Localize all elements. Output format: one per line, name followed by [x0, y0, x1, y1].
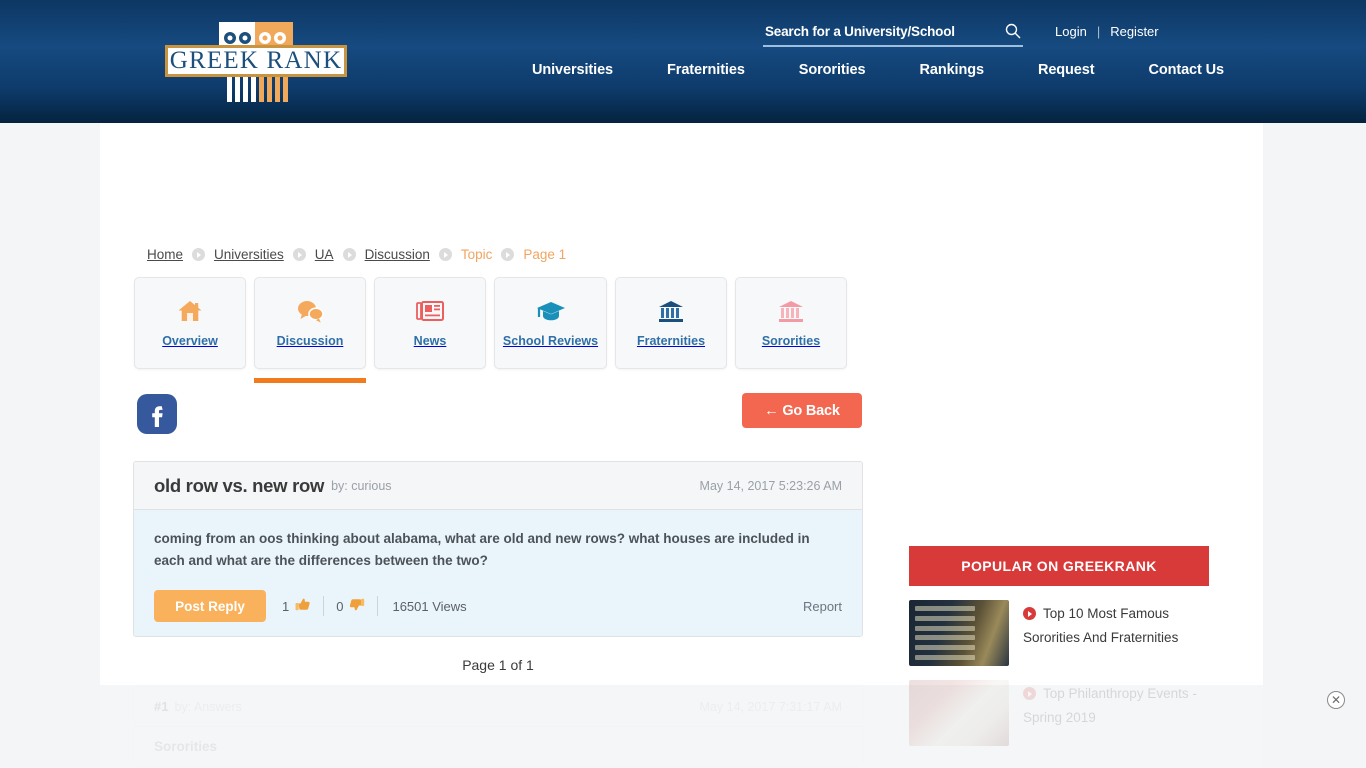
nav-item-rankings[interactable]: Rankings — [892, 62, 1010, 78]
tab-sororities-label: Sororities — [761, 334, 821, 348]
facebook-icon — [137, 394, 177, 434]
popular-thumbnail — [909, 680, 1009, 746]
thumbs-down-icon[interactable] — [348, 596, 365, 616]
tab-school-reviews-label: School Reviews — [502, 334, 599, 348]
search-icon[interactable] — [1005, 23, 1021, 39]
tab-school-reviews[interactable]: School Reviews — [494, 277, 607, 369]
view-count: 16501 Views — [392, 598, 467, 614]
site-header: GREEK RANK Login | Register Universities… — [0, 0, 1366, 123]
ad-close-button[interactable]: ✕ — [1327, 691, 1345, 709]
pagination-label: Page 1 of 1 — [462, 657, 534, 673]
topic-post: old row vs. new row by: curious May 14, … — [133, 461, 863, 637]
login-link[interactable]: Login — [1055, 24, 1087, 39]
report-link[interactable]: Report — [803, 599, 842, 614]
home-icon — [177, 298, 203, 324]
main-navigation: Universities Fraternities Sororities Ran… — [505, 62, 1251, 78]
popular-heading: POPULAR ON GREEKRANK — [909, 546, 1209, 586]
svg-text:GREEK RANK: GREEK RANK — [170, 47, 342, 74]
tab-news[interactable]: News — [374, 277, 486, 369]
facebook-share-button[interactable] — [136, 393, 178, 435]
nav-item-contact-us[interactable]: Contact Us — [1121, 62, 1251, 78]
nav-item-request[interactable]: Request — [1011, 62, 1122, 78]
popular-item-link[interactable]: Top 10 Most Famous Sororities And Frater… — [1023, 600, 1209, 650]
greekrank-logo[interactable]: GREEK RANK — [157, 14, 355, 110]
nav-item-universities[interactable]: Universities — [505, 62, 640, 78]
tab-sororities[interactable]: Sororities — [735, 277, 847, 369]
popular-item-title: Top 10 Most Famous Sororities And Frater… — [1023, 606, 1179, 645]
tab-overview-label: Overview — [162, 334, 218, 348]
popular-thumbnail — [909, 600, 1009, 666]
breadcrumb-item-ua[interactable]: UA — [315, 247, 334, 262]
post-body: coming from an oos thinking about alabam… — [134, 510, 862, 636]
downvote-count: 0 — [336, 598, 344, 614]
arrow-circle-icon — [1023, 607, 1036, 620]
upvote-control[interactable]: 1 — [266, 596, 323, 616]
tab-news-label: News — [413, 334, 447, 348]
reply-number: #1 — [154, 699, 169, 714]
breadcrumb-item-discussion[interactable]: Discussion — [365, 247, 430, 262]
tab-fraternities[interactable]: Fraternities — [615, 277, 727, 369]
popular-item[interactable]: Top Philanthropy Events - Spring 2019 — [909, 666, 1209, 746]
breadcrumb-item-topic: Topic — [460, 247, 493, 262]
post-author: by: curious — [331, 478, 392, 493]
post-text: coming from an oos thinking about alabam… — [154, 531, 810, 568]
chevron-right-icon — [192, 248, 206, 261]
reply-date: May 14, 2017 7:31:17 AM — [699, 699, 842, 714]
tab-fraternities-label: Fraternities — [636, 334, 706, 348]
chat-bubbles-icon — [296, 298, 324, 324]
reply-header: #1 by: Answers May 14, 2017 7:31:17 AM — [134, 687, 862, 727]
upvote-count: 1 — [282, 598, 290, 614]
sidebar: POPULAR ON GREEKRANK Top 10 Most Famous … — [909, 546, 1209, 746]
popular-item-title: Top Philanthropy Events - Spring 2019 — [1023, 686, 1197, 725]
nav-item-sororities[interactable]: Sororities — [772, 62, 893, 78]
register-link[interactable]: Register — [1110, 24, 1158, 39]
popular-item[interactable]: Top 10 Most Famous Sororities And Frater… — [909, 586, 1209, 666]
search-input[interactable] — [763, 20, 998, 44]
nav-item-fraternities[interactable]: Fraternities — [640, 62, 772, 78]
thumbs-up-icon[interactable] — [294, 596, 311, 616]
school-section-tabs: Overview Discussion News School Reviews … — [134, 277, 847, 383]
tab-discussion-label: Discussion — [276, 334, 344, 348]
tab-discussion[interactable]: Discussion — [254, 277, 366, 383]
post-title: old row vs. new row — [154, 474, 325, 496]
graduation-cap-icon — [536, 298, 566, 324]
post-date: May 14, 2017 5:23:26 AM — [699, 478, 842, 493]
bank-columns-icon — [658, 298, 684, 324]
breadcrumb-item-universities[interactable]: Universities — [214, 247, 284, 262]
popular-item-link[interactable]: Top Philanthropy Events - Spring 2019 — [1023, 680, 1209, 730]
bank-columns-pink-icon — [778, 298, 804, 324]
reply-post: #1 by: Answers May 14, 2017 7:31:17 AM S… — [133, 686, 863, 768]
post-header: old row vs. new row by: curious May 14, … — [134, 462, 862, 510]
arrow-circle-icon — [1023, 687, 1036, 700]
tab-overview[interactable]: Overview — [134, 277, 246, 369]
reply-author: by: Answers — [174, 699, 242, 714]
chevron-right-icon — [342, 248, 356, 261]
post-actions: Post Reply 1 0 16501 Views Report — [154, 590, 842, 622]
go-back-button[interactable]: ← Go Back — [742, 393, 862, 428]
auth-separator: | — [1096, 24, 1101, 39]
chevron-right-icon — [292, 248, 306, 261]
breadcrumb-item-home[interactable]: Home — [147, 247, 183, 262]
breadcrumb: Home Universities UA Discussion Topic Pa… — [147, 247, 566, 262]
reply-text: Sororities — [154, 739, 218, 754]
chevron-right-icon — [438, 248, 452, 261]
newspaper-icon — [416, 298, 444, 324]
search-box[interactable] — [763, 20, 1023, 47]
auth-links: Login | Register — [1055, 24, 1159, 39]
chevron-right-icon — [501, 248, 515, 261]
post-reply-button[interactable]: Post Reply — [154, 590, 266, 622]
breadcrumb-item-page: Page 1 — [523, 247, 567, 262]
downvote-control[interactable]: 0 — [324, 596, 377, 616]
